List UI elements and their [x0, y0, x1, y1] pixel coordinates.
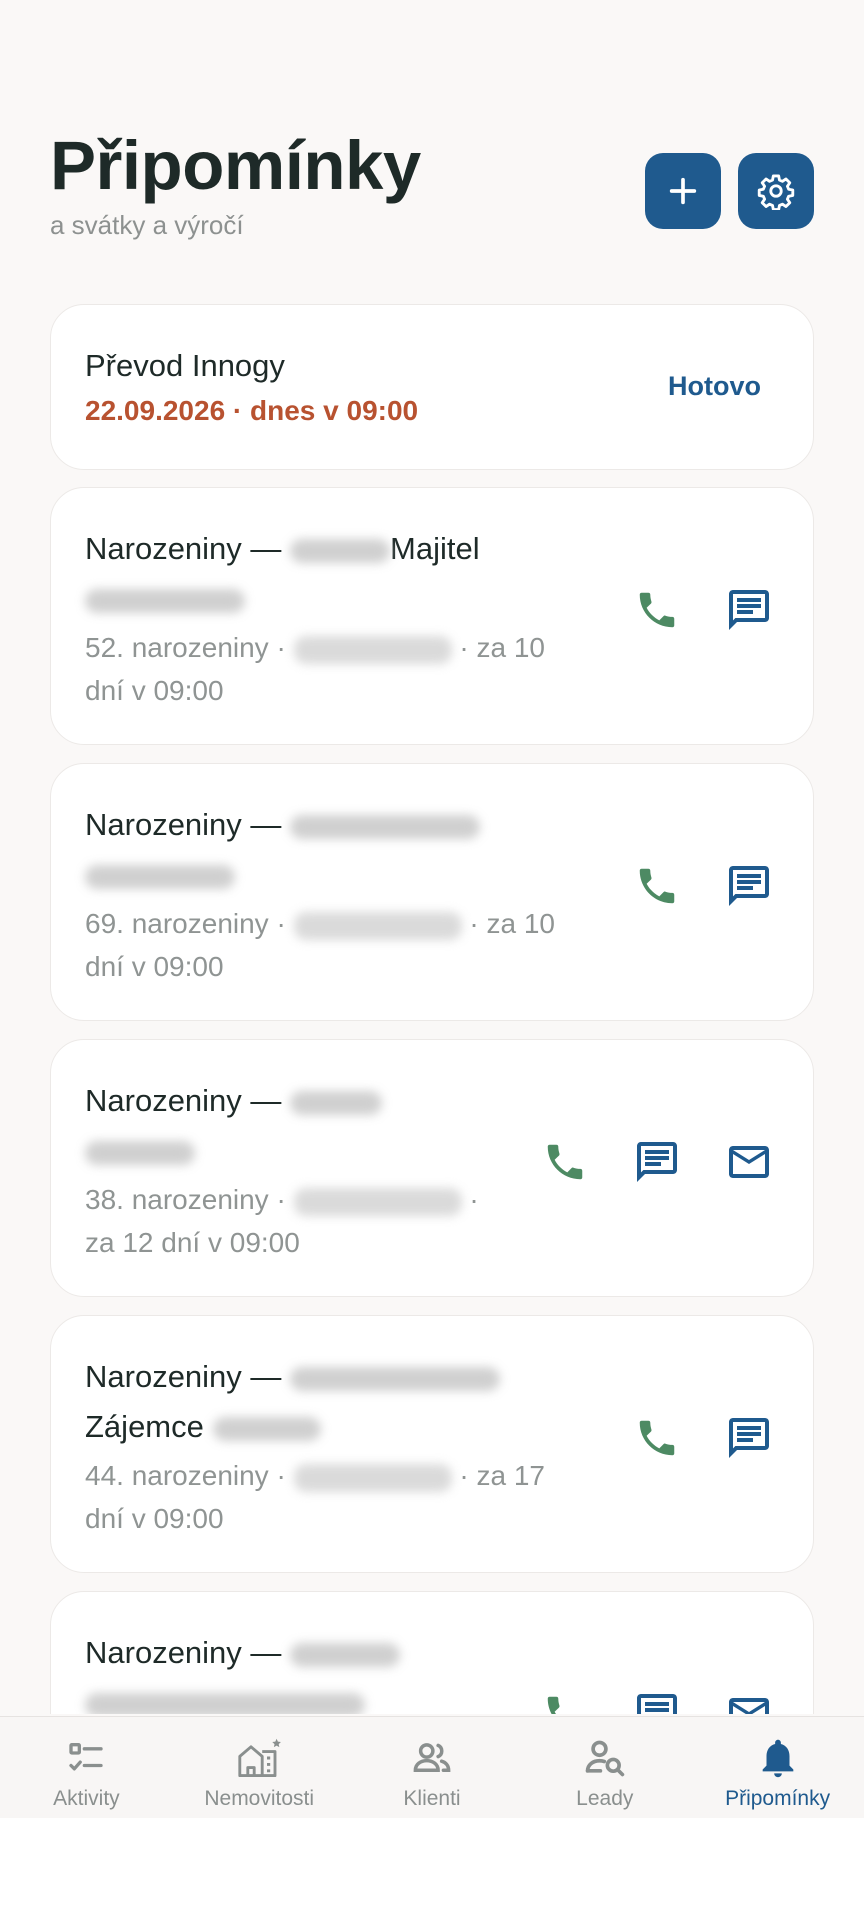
sms-button[interactable] [725, 862, 773, 910]
message-icon [729, 866, 769, 906]
birthday-card[interactable]: Narozeniny — Zájemce 44. narozeniny · · … [50, 1315, 814, 1573]
reminder-title: Narozeniny — Majitel [85, 524, 525, 624]
contact-role: Zájemce [85, 1409, 204, 1444]
email-button[interactable] [725, 1690, 773, 1714]
reminder-title: Narozeniny — [85, 800, 525, 900]
page-subtitle: a svátky a výročí [50, 210, 244, 240]
reminder-title: Převod Innogy [85, 348, 285, 383]
detail-prefix: 44. narozeniny · [85, 1460, 286, 1491]
contact-actions [541, 1138, 773, 1186]
reminder-detail: 52. narozeniny · · za 10 dní v 09:00 [85, 626, 555, 712]
tab-label: Připomínky [725, 1787, 831, 1810]
gear-icon [757, 174, 795, 210]
detail-prefix: 69. narozeniny · [85, 908, 286, 939]
contact-actions [541, 1690, 773, 1714]
reminder-title: Narozeniny — Zájemce [85, 1352, 525, 1452]
phone-icon [639, 592, 675, 628]
reminder-title-prefix: Narozeniny — [85, 1083, 282, 1118]
call-button[interactable] [633, 586, 681, 634]
reminder-title-prefix: Narozeniny — [85, 531, 282, 566]
reminder-date: 22.09.2026 · dnes v 09:00 [85, 395, 419, 426]
redacted-name [85, 864, 235, 889]
birthday-card[interactable]: Narozeniny — [50, 1591, 814, 1714]
reminder-detail: 44. narozeniny · · za 17 dní v 09:00 [85, 1454, 555, 1540]
birthday-card[interactable]: Narozeniny — 69. narozeniny · · za 10 dn… [50, 763, 814, 1021]
reminder-detail: 38. narozeniny · · za 12 dní v 09:00 [85, 1178, 505, 1264]
contact-actions [633, 1414, 773, 1462]
message-icon [637, 1142, 677, 1182]
detail-prefix: 52. narozeniny · [85, 632, 286, 663]
reminder-title-prefix: Narozeniny — [85, 1635, 282, 1670]
phone-icon [547, 1696, 560, 1714]
checklist-icon [69, 1743, 104, 1771]
redacted-name [290, 814, 481, 839]
call-button[interactable] [633, 862, 681, 910]
reminder-list[interactable]: Převod Innogy 22.09.2026 · dnes v 09:00 … [50, 304, 814, 1714]
phone-icon [639, 1420, 675, 1456]
reminder-detail: 69. narozeniny · · za 10 dní v 09:00 [85, 902, 555, 988]
bell-icon [762, 1739, 793, 1778]
tab-pripominky[interactable]: Připomínky [691, 1717, 864, 1818]
birthday-card[interactable]: Narozeniny — 38. narozeniny · · za 12 dn… [50, 1039, 814, 1297]
person-search-icon [585, 1740, 625, 1777]
reminder-title: Narozeniny — [85, 1076, 525, 1176]
sms-button[interactable] [725, 586, 773, 634]
tab-label: Klienti [403, 1787, 461, 1810]
reminder-title-prefix: Narozeniny — [85, 807, 282, 842]
contact-actions [633, 862, 773, 910]
done-button[interactable]: Hotovo [668, 371, 761, 402]
task-reminder-card[interactable]: Převod Innogy 22.09.2026 · dnes v 09:00 … [50, 304, 814, 470]
tab-label: Leady [576, 1787, 634, 1810]
redacted-name [290, 1090, 383, 1115]
redacted-name [290, 538, 391, 563]
people-icon [413, 1743, 451, 1772]
contact-role: Majitel [390, 531, 480, 566]
mail-icon [729, 1146, 769, 1178]
mail-icon [729, 1698, 769, 1714]
settings-button[interactable] [738, 153, 814, 229]
reminder-title-prefix: Narozeniny — [85, 1359, 282, 1394]
tab-leady[interactable]: Leady [518, 1717, 691, 1818]
sms-button[interactable] [633, 1690, 681, 1714]
redacted-name [85, 1140, 195, 1165]
redacted-date [293, 911, 462, 940]
phone-icon [547, 1144, 583, 1180]
redacted-name [290, 1366, 501, 1391]
reminder-title: Narozeniny — [85, 1628, 525, 1714]
app-screen: Připomínky a svátky a výročí Převod Inno… [0, 0, 864, 1818]
redacted-name [85, 588, 245, 613]
redacted-name [290, 1642, 401, 1667]
tab-nemovitosti[interactable]: Nemovitosti [173, 1717, 346, 1818]
redacted-date [293, 1463, 452, 1492]
phone-icon [639, 868, 675, 904]
detail-prefix: 38. narozeniny · [85, 1184, 286, 1215]
redacted-name [212, 1416, 321, 1441]
tab-aktivity[interactable]: Aktivity [0, 1717, 173, 1818]
tab-label: Aktivity [53, 1787, 120, 1810]
call-button[interactable] [541, 1138, 589, 1186]
page-title: Připomínky [50, 127, 421, 204]
bottom-tab-bar: Aktivity Nemovitosti Klienti Leady Připo… [0, 1716, 864, 1818]
plus-icon [669, 177, 697, 205]
redacted-name [85, 1692, 365, 1714]
building-icon [238, 1738, 282, 1778]
email-button[interactable] [725, 1138, 773, 1186]
tab-label: Nemovitosti [204, 1787, 315, 1810]
add-reminder-button[interactable] [645, 153, 721, 229]
birthday-card[interactable]: Narozeniny — Majitel 52. narozeniny · · … [50, 487, 814, 745]
sms-button[interactable] [633, 1138, 681, 1186]
tab-klienti[interactable]: Klienti [346, 1717, 519, 1818]
page-header: Připomínky a svátky a výročí [50, 126, 421, 241]
redacted-date [293, 1187, 462, 1216]
call-button[interactable] [541, 1690, 589, 1714]
redacted-date [293, 635, 452, 664]
sms-button[interactable] [725, 1414, 773, 1462]
message-icon [637, 1694, 677, 1714]
call-button[interactable] [633, 1414, 681, 1462]
contact-actions [633, 586, 773, 634]
message-icon [729, 590, 769, 630]
message-icon [729, 1418, 769, 1458]
